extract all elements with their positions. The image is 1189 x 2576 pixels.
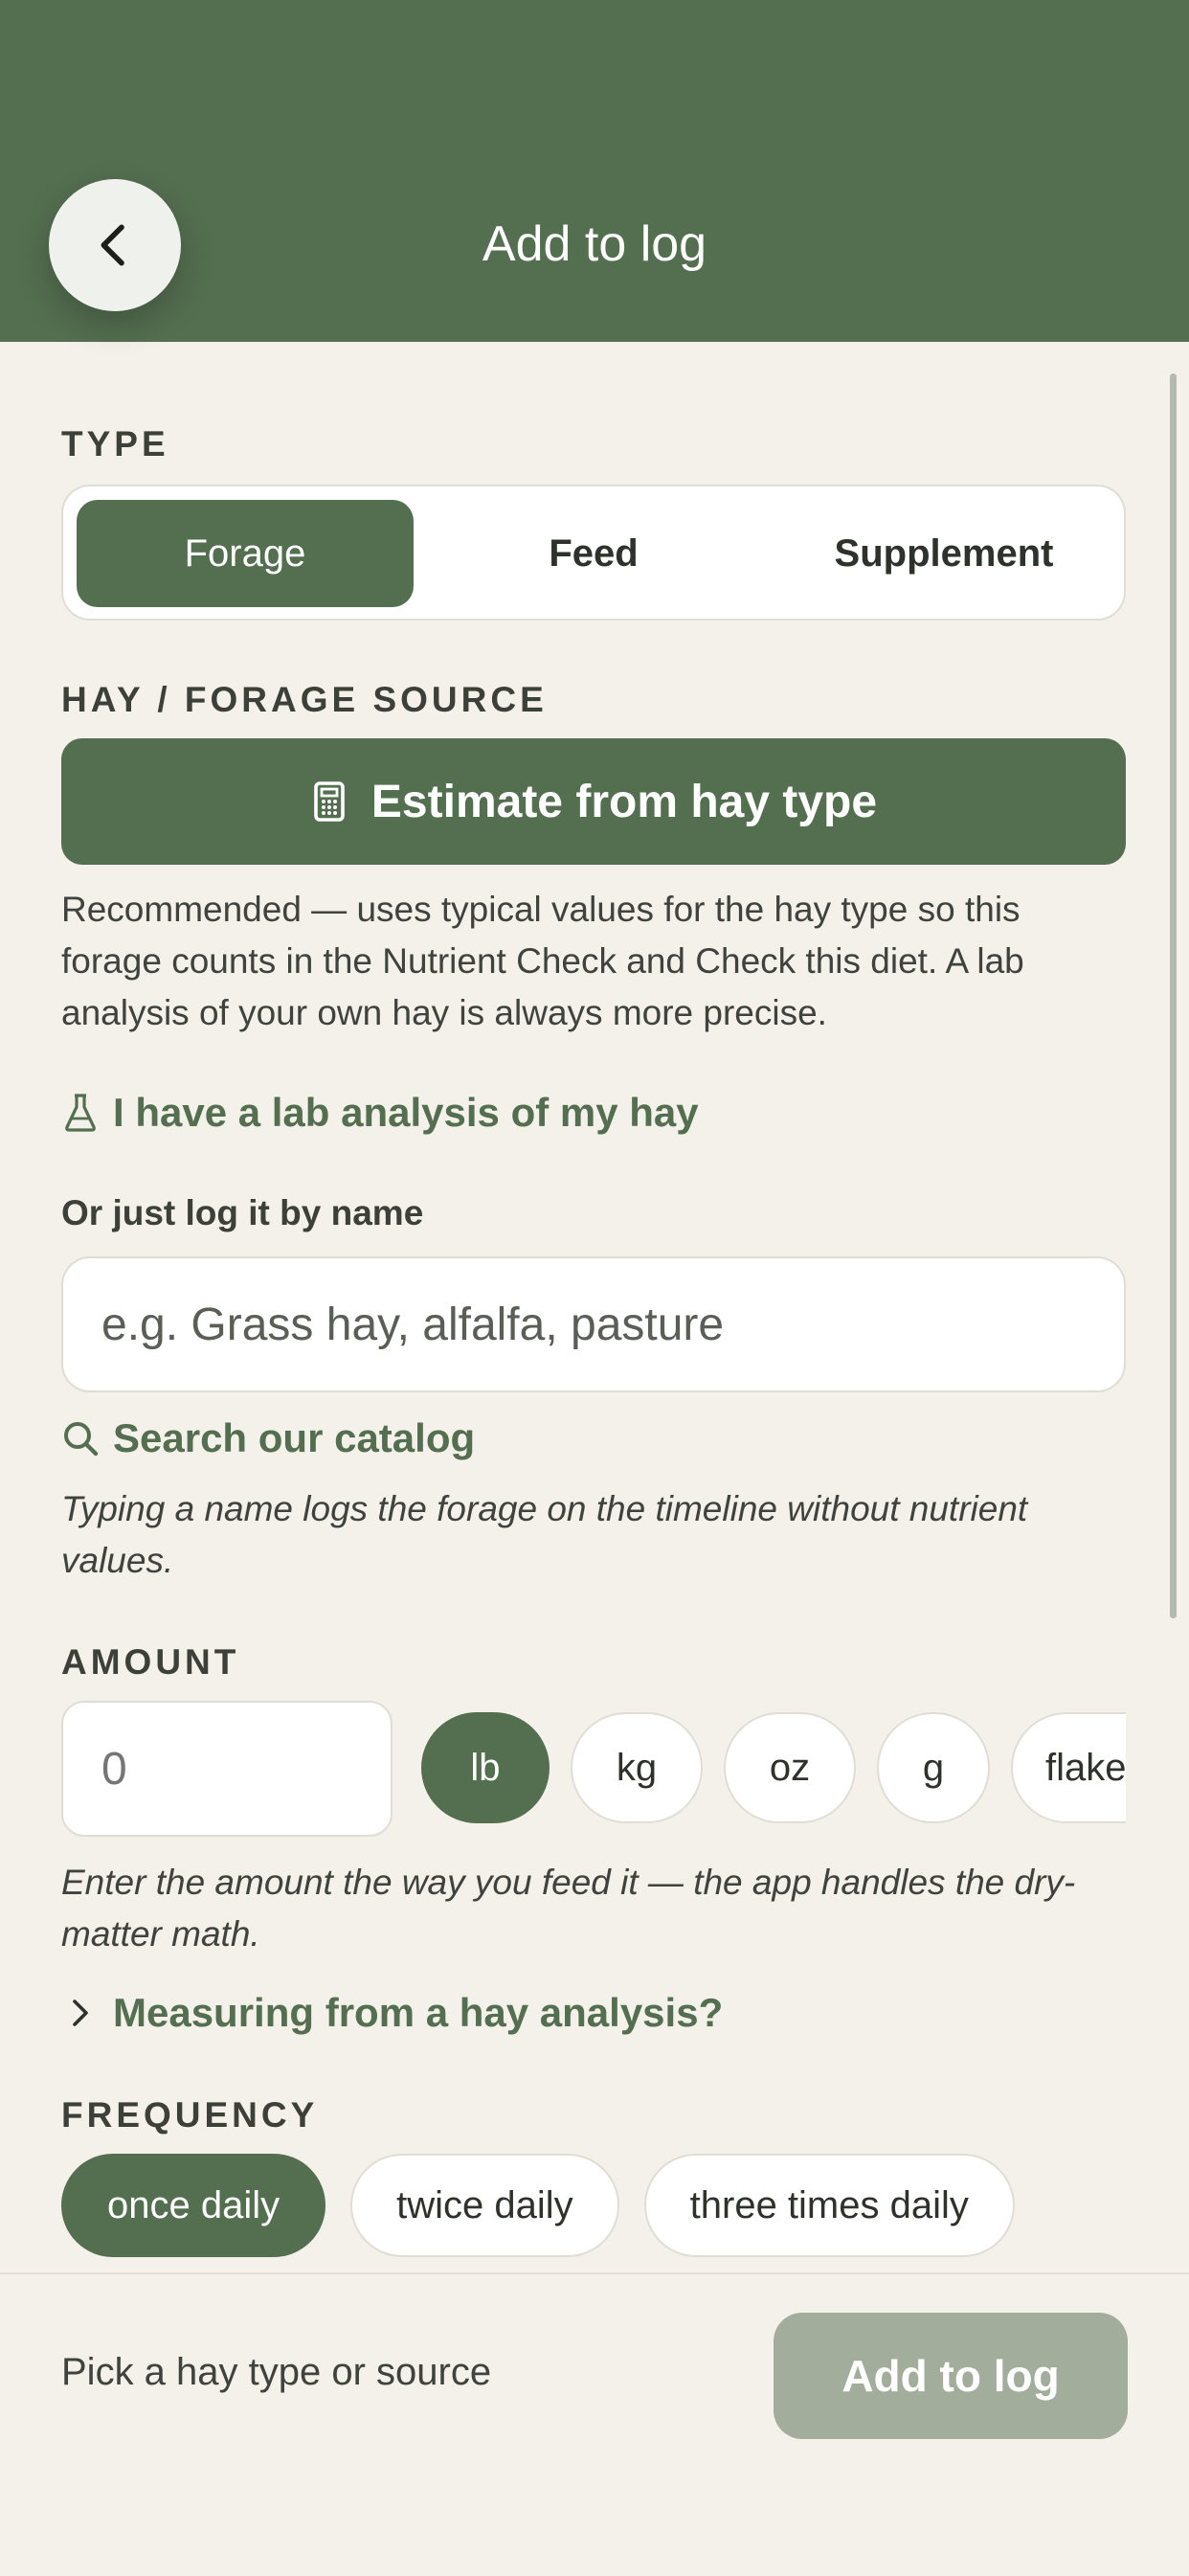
unit-selector: lb kg oz g flakes [421,1712,1126,1827]
page-title: Add to log [482,216,707,272]
hay-analysis-label: Measuring from a hay analysis? [113,1990,724,2035]
source-section-label: HAY / FORAGE SOURCE [61,680,548,719]
unit-option-flakes[interactable]: flakes [1011,1712,1126,1823]
frequency-section-label: FREQUENCY [61,2095,319,2135]
frequency-option-twice-daily[interactable]: twice daily [350,2154,619,2257]
unit-option-lb[interactable]: lb [421,1712,550,1823]
estimate-button-label: Estimate from hay type [370,776,878,827]
unit-option-oz[interactable]: oz [724,1712,856,1823]
name-note-text: Typing a name logs the forage on the tim… [61,1489,1028,1580]
app-header: Add to log [0,0,1189,342]
scrollbar[interactable] [1170,373,1177,1618]
unit-option-kg[interactable]: kg [571,1712,703,1823]
calculator-icon [314,781,345,822]
type-option-forage[interactable]: Forage [77,500,414,607]
lab-analysis-label: I have a lab analysis of my hay [113,1090,699,1135]
recommendation-text: Recommended — uses typical values for th… [61,890,1024,1032]
amount-input[interactable] [61,1701,393,1837]
type-segmented-control: Forage Feed Supplement [61,485,1126,621]
frequency-selector: once daily twice daily three times daily [61,2154,1015,2257]
type-section-label: TYPE [61,424,169,463]
name-field-label: Or just log it by name [61,1193,424,1232]
search-catalog-link[interactable]: Search our catalog [61,1415,475,1461]
chevron-right-icon [73,2000,88,2026]
hay-analysis-link[interactable]: Measuring from a hay analysis? [61,1990,723,2036]
amount-section-label: AMOUNT [61,1642,240,1682]
bottom-action-bar: Pick a hay type or source Add to log [0,2272,1189,2576]
type-option-supplement[interactable]: Supplement [775,500,1112,607]
frequency-option-once-daily[interactable]: once daily [61,2154,326,2257]
type-option-feed[interactable]: Feed [425,500,762,607]
estimate-from-hay-type-button[interactable]: Estimate from hay type [61,738,1126,865]
lab-analysis-link[interactable]: I have a lab analysis of my hay [61,1090,699,1136]
add-to-log-button[interactable]: Add to log [774,2313,1128,2439]
search-icon [64,1422,99,1457]
forage-name-input[interactable] [61,1256,1126,1392]
search-catalog-label: Search our catalog [113,1415,476,1460]
frequency-option-three-times-daily[interactable]: three times daily [643,2154,1015,2257]
footer-hint-text: Pick a hay type or source [61,2351,492,2393]
unit-option-g[interactable]: g [877,1712,990,1823]
flask-icon [65,1094,96,1132]
amount-note-text: Enter the amount the way you feed it — t… [61,1863,1076,1954]
